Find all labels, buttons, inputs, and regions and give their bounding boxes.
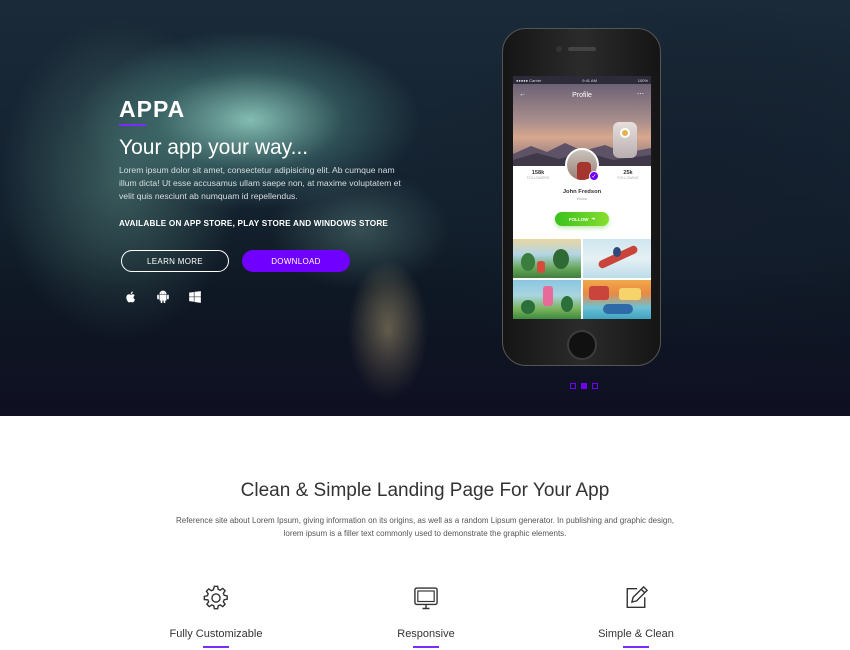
following-caption: FOLLOWING [617,176,639,180]
windows-icon[interactable] [188,290,202,304]
phone-mockup: ●●●●● Carrier 9:41 AM 100% ← Profile ⋯ ✓… [502,28,661,366]
feature-label: Fully Customizable [169,628,263,640]
feature-fully-customizable: Fully Customizable [146,584,286,648]
availability-text: AVAILABLE ON APP STORE, PLAY STORE AND W… [119,219,389,228]
carousel-dot[interactable] [592,383,598,389]
hero-section: APPA Your app your way... Lorem ipsum do… [0,0,850,416]
status-battery: 100% [637,77,648,83]
following-stat: 25k FOLLOWING [615,170,641,180]
feature-underline [413,646,439,648]
brand-title: APPA [119,96,186,122]
platform-icons [124,290,202,304]
carousel-dots [570,383,598,389]
profile-nav-title: Profile [572,92,592,99]
android-icon[interactable] [156,290,170,304]
hero-tagline: Your app your way... [119,136,309,159]
apple-icon[interactable] [124,290,138,304]
photo-tile[interactable] [513,239,581,278]
status-carrier: ●●●●● Carrier [516,77,542,83]
feature-label: Responsive [397,628,455,640]
phone-speaker [568,47,596,51]
arrow-right-icon: ➜ [591,216,596,221]
section-title: Clean & Simple Landing Page For Your App [240,480,610,501]
photo-tile[interactable] [583,239,651,278]
section-description: Reference site about Lorem Ipsum, giving… [175,516,675,538]
carousel-dot[interactable] [570,383,576,389]
more-icon[interactable]: ⋯ [637,90,645,98]
robot-illustration [613,122,637,158]
follow-label: FOLLOW [568,216,589,222]
photo-tile[interactable] [513,280,581,319]
followers-caption: FOLLOWERS [526,176,550,180]
status-time: 9:41 AM [582,77,597,83]
gear-icon [203,585,228,610]
carousel-dot[interactable] [581,383,587,389]
hero-description: Lorem ipsum dolor sit amet, consectetur … [119,165,401,201]
brand-underline [119,124,146,126]
verified-icon: ✓ [589,171,599,181]
hero-shade [0,0,850,416]
learn-more-button[interactable]: LEARN MORE [121,250,229,272]
monitor-icon [414,587,438,610]
phone-screen: ●●●●● Carrier 9:41 AM 100% ← Profile ⋯ ✓… [513,76,651,319]
photo-tile[interactable] [583,280,651,319]
feature-simple-clean: Simple & Clean [566,584,706,648]
feature-underline [623,646,649,648]
phone-status-bar: ●●●●● Carrier 9:41 AM 100% [513,76,651,84]
photo-grid [513,239,651,319]
feature-label: Simple & Clean [598,628,674,640]
edit-icon [626,585,649,609]
download-button[interactable]: DOWNLOAD [242,250,350,272]
phone-camera [556,46,562,52]
phone-home-button [567,330,597,360]
profile-name: John Fredson [562,189,602,195]
profile-location: Widow [576,197,588,201]
followers-stat: 158k FOLLOWERS [525,170,551,180]
feature-responsive: Responsive [356,584,496,648]
feature-underline [203,646,229,648]
follow-button[interactable]: FOLLOW ➜ [555,212,609,226]
